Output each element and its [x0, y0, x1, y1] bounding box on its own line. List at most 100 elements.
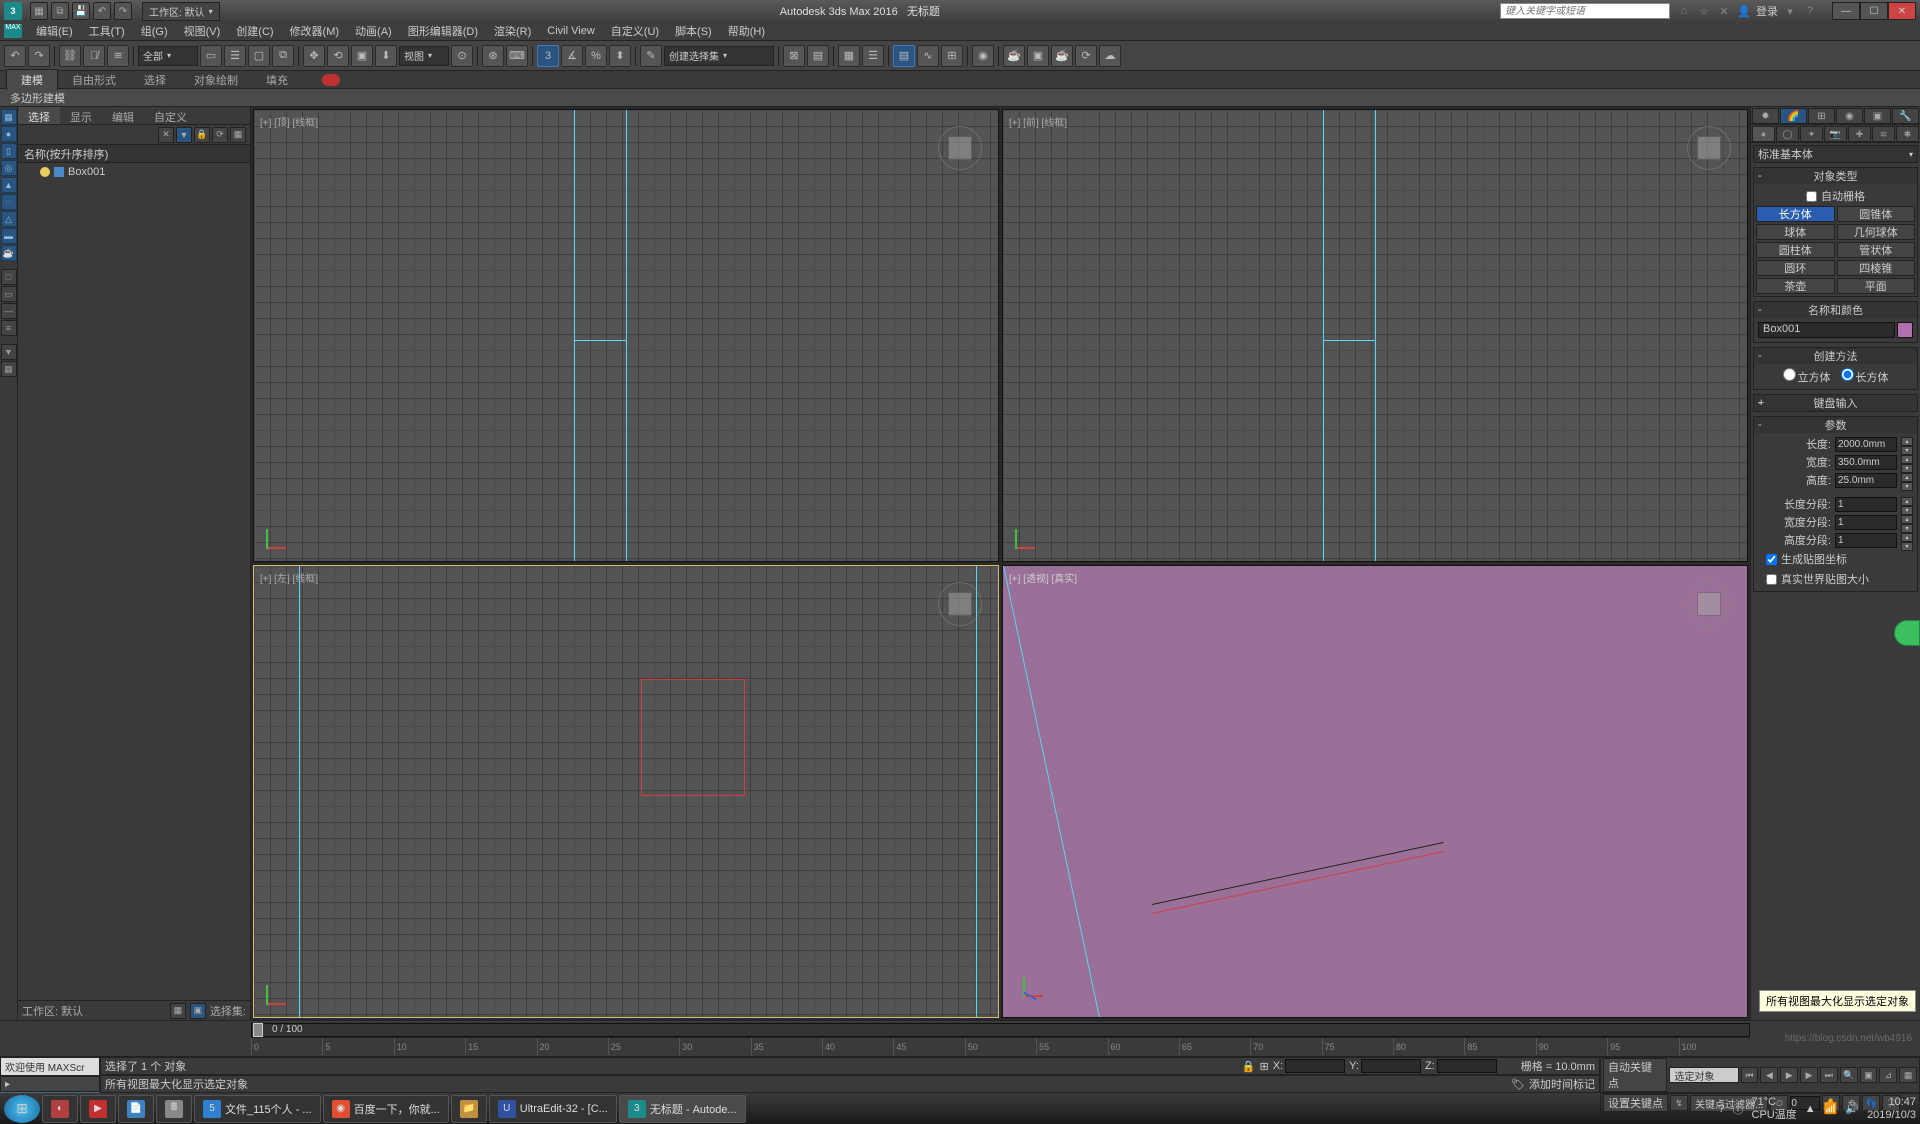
- undo-icon[interactable]: ↶: [4, 45, 26, 67]
- rollout-objecttype-header[interactable]: 对象类型: [1754, 168, 1917, 184]
- se-tab-edit[interactable]: 编辑: [102, 107, 144, 124]
- ribbon-tab-modeling[interactable]: 建模: [6, 69, 58, 90]
- select-rect-icon[interactable]: ▢: [248, 45, 270, 67]
- bind-spacewarp-icon[interactable]: ≋: [107, 45, 129, 67]
- object-name-input[interactable]: Box001: [1758, 322, 1895, 338]
- ribbon-tab-objectpaint[interactable]: 对象绘制: [180, 70, 252, 90]
- help-search-input[interactable]: [1500, 3, 1670, 19]
- height-spinner[interactable]: 25.0mm: [1835, 473, 1897, 488]
- favorites-icon[interactable]: ☆: [1696, 3, 1712, 19]
- taskbar-task-explorer[interactable]: 📁: [451, 1095, 487, 1123]
- vp-persp-label[interactable]: [+] [透视] [真实]: [1009, 570, 1077, 585]
- menu-modifiers[interactable]: 修改器(M): [282, 21, 348, 41]
- tray-help-icon[interactable]: ?: [1718, 1103, 1724, 1115]
- tray-clock[interactable]: 10:472019/10/3: [1867, 1096, 1916, 1120]
- select-name-icon[interactable]: ☰: [224, 45, 246, 67]
- ls-teapot-icon[interactable]: ☕: [1, 245, 17, 261]
- radio-box[interactable]: 长方体: [1841, 368, 1889, 385]
- se-tab-select[interactable]: 选择: [18, 107, 60, 124]
- select-icon[interactable]: ▭: [200, 45, 222, 67]
- goto-end-icon[interactable]: ⏭: [1820, 1067, 1838, 1083]
- nav-zoom-icon[interactable]: 🔍: [1840, 1067, 1858, 1083]
- ls-plane-icon[interactable]: ▬: [1, 228, 17, 244]
- ls-filter-icon[interactable]: ▼: [1, 344, 17, 360]
- tray-temp[interactable]: 71°CCPU温度: [1752, 1096, 1797, 1120]
- goto-start-icon[interactable]: ⏮: [1741, 1067, 1759, 1083]
- cp-cat-helpers-icon[interactable]: ✚: [1848, 126, 1871, 142]
- viewport-top[interactable]: [+] [顶] [线框]: [253, 109, 999, 562]
- width-spin-buttons[interactable]: ▴▾: [1901, 455, 1913, 470]
- time-slider[interactable]: 0 / 100: [251, 1023, 1750, 1037]
- redo-icon[interactable]: ↷: [28, 45, 50, 67]
- taskbar-task-ultraedit[interactable]: UUltraEdit-32 - [C...: [489, 1095, 617, 1123]
- toggle-ribbon-icon[interactable]: ▤: [893, 45, 915, 67]
- prim-teapot-button[interactable]: 茶壶: [1756, 278, 1835, 294]
- ribbon-panel-label[interactable]: 多边形建模: [0, 89, 1920, 107]
- ls-opt1-icon[interactable]: □: [1, 269, 17, 285]
- coord-mode-icon[interactable]: ⊞: [1260, 1060, 1269, 1073]
- key-mode-icon[interactable]: ↯: [1670, 1095, 1688, 1111]
- placement-icon[interactable]: ⬇: [375, 45, 397, 67]
- taskbar-pinned-2[interactable]: ▶: [80, 1095, 116, 1123]
- nav-zoom-extents-icon[interactable]: ▦: [1899, 1067, 1917, 1083]
- spinner-snap-icon[interactable]: ⬍: [609, 45, 631, 67]
- tree-item-box001[interactable]: Box001: [20, 165, 248, 179]
- menu-views[interactable]: 视图(V): [176, 21, 229, 41]
- taskbar-task-browser[interactable]: ◉百度一下，你就...: [323, 1095, 449, 1123]
- viewcube-left[interactable]: [930, 574, 990, 634]
- workspace-dropdown[interactable]: 工作区: 默认: [142, 2, 220, 21]
- ls-sphere-icon[interactable]: ●: [1, 126, 17, 142]
- nav-zoomall-icon[interactable]: ▣: [1860, 1067, 1878, 1083]
- ls-torus-icon[interactable]: ◎: [1, 160, 17, 176]
- menu-civilview[interactable]: Civil View: [539, 23, 602, 39]
- mirror-icon[interactable]: ⊠: [783, 45, 805, 67]
- cp-tab-display-icon[interactable]: ▣: [1864, 108, 1891, 124]
- rollout-params-header[interactable]: 参数: [1754, 417, 1917, 433]
- cp-category-dropdown[interactable]: 标准基本体: [1753, 145, 1918, 163]
- qat-open-icon[interactable]: ⧉: [51, 2, 69, 20]
- layers-icon[interactable]: ▦: [838, 45, 860, 67]
- prim-torus-button[interactable]: 圆环: [1756, 260, 1835, 276]
- listener-toggle[interactable]: ▸: [0, 1076, 100, 1092]
- rotate-icon[interactable]: ⟲: [327, 45, 349, 67]
- prim-geosphere-button[interactable]: 几何球体: [1837, 224, 1916, 240]
- pivot-icon[interactable]: ⊙: [451, 45, 473, 67]
- start-button[interactable]: ⊞: [4, 1095, 40, 1123]
- qat-save-icon[interactable]: 💾: [72, 2, 90, 20]
- ls-opt4-icon[interactable]: ≡: [1, 320, 17, 336]
- se-filter-icon[interactable]: ▼: [176, 127, 192, 143]
- se-lock-icon[interactable]: 🔒: [194, 127, 210, 143]
- menu-maxscript[interactable]: 脚本(S): [667, 21, 720, 41]
- snap-toggle-icon[interactable]: 3: [537, 45, 559, 67]
- viewport-left[interactable]: [+] [左] [线框]: [253, 565, 999, 1018]
- object-color-swatch[interactable]: [1897, 322, 1913, 338]
- refcoord-dropdown[interactable]: 视图: [399, 46, 449, 66]
- editnamed-icon[interactable]: ✎: [640, 45, 662, 67]
- ls-pyr-icon[interactable]: △: [1, 211, 17, 227]
- cp-cat-cameras-icon[interactable]: 📷: [1824, 126, 1847, 142]
- minimize-button[interactable]: —: [1832, 2, 1860, 20]
- ls-cyl-icon[interactable]: ▯: [1, 143, 17, 159]
- cp-cat-lights-icon[interactable]: ✦: [1800, 126, 1823, 142]
- menu-edit[interactable]: 编辑(E): [28, 21, 81, 41]
- viewcube-top[interactable]: [930, 118, 990, 178]
- se-tree[interactable]: Box001: [18, 163, 250, 1000]
- se-tab-customize[interactable]: 自定义: [144, 107, 197, 124]
- ls-box-icon[interactable]: ▦: [1, 109, 17, 125]
- prim-tube-button[interactable]: 管状体: [1837, 242, 1916, 258]
- timetag-icon[interactable]: 🏷: [1511, 1078, 1525, 1091]
- menu-create[interactable]: 创建(C): [228, 21, 281, 41]
- wsegs-spin-buttons[interactable]: ▴▾: [1901, 515, 1913, 530]
- render-iterate-icon[interactable]: ⟳: [1075, 45, 1097, 67]
- viewcube-front[interactable]: [1679, 118, 1739, 178]
- visibility-icon[interactable]: [40, 167, 50, 177]
- se-column-header[interactable]: 名称(按升序排序): [18, 145, 250, 163]
- rollout-method-header[interactable]: 创建方法: [1754, 348, 1917, 364]
- ls-opt3-icon[interactable]: —: [1, 303, 17, 319]
- align-icon[interactable]: ▤: [807, 45, 829, 67]
- qat-undo-icon[interactable]: ↶: [93, 2, 111, 20]
- width-spinner[interactable]: 350.0mm: [1835, 455, 1897, 470]
- exchange-icon[interactable]: ✕: [1716, 3, 1732, 19]
- hsegs-spin-buttons[interactable]: ▴▾: [1901, 533, 1913, 548]
- online-badge-icon[interactable]: [1894, 620, 1920, 646]
